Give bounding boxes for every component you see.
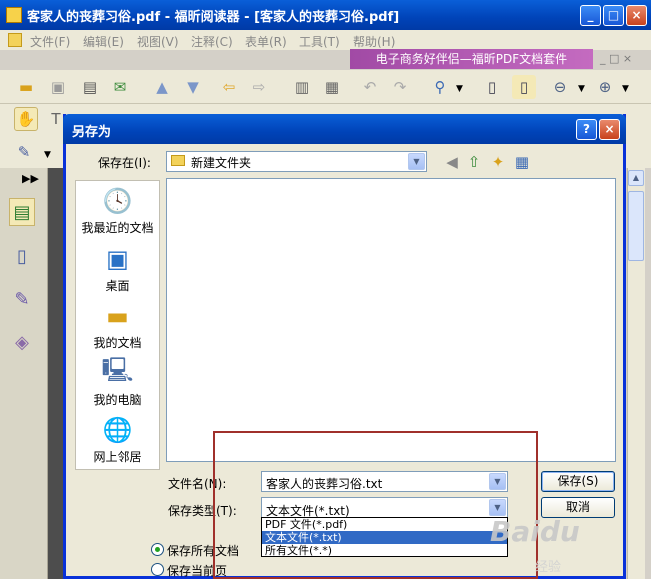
place-desktop[interactable]: ▣ 桌面 (75, 243, 160, 294)
desktop-icon: ▣ (106, 245, 129, 273)
maximize-button[interactable]: □ (603, 5, 624, 26)
file-list[interactable] (166, 178, 616, 462)
radio-save-current[interactable] (151, 563, 164, 576)
open-folder-icon[interactable]: ▬ (14, 75, 38, 99)
place-network[interactable]: 🌐 网上邻居 (75, 414, 160, 465)
watermark-caption: 经验 (535, 560, 562, 575)
promo-banner[interactable]: 电子商务好伴侣—福昕PDF文档套件 (350, 49, 593, 69)
save-in-value: 新建文件夹 (191, 156, 252, 170)
dialog-close-button[interactable]: × (599, 119, 620, 140)
zoom-in-dropdown-icon[interactable]: ▼ (622, 84, 629, 94)
menu-edit[interactable]: 编辑(E) (83, 33, 124, 50)
baidu-watermark-logo: Baidu (490, 515, 580, 548)
up-folder-icon[interactable]: ⇧ (462, 150, 486, 174)
minimize-button[interactable]: _ (580, 5, 601, 26)
network-places-icon: 🌐 (102, 416, 133, 444)
menu-form[interactable]: 表单(R) (245, 33, 287, 50)
email-icon[interactable]: ✉ (108, 75, 132, 99)
print-icon[interactable]: ▤ (78, 75, 102, 99)
highlight-frame (213, 431, 538, 579)
mdi-window-controls[interactable]: _ □ × (600, 52, 632, 65)
zoom-out-icon[interactable]: ⊖ (548, 75, 572, 99)
place-recent[interactable]: 🕓 我最近的文档 (75, 185, 160, 236)
place-my-computer-label: 我的电脑 (93, 393, 142, 407)
side-panel (0, 168, 48, 579)
scroll-up-icon[interactable]: ▲ (628, 170, 644, 186)
close-window-button[interactable]: × (626, 5, 647, 26)
extract-page-icon[interactable]: ▥ (290, 75, 314, 99)
save-in-dropdown-icon[interactable]: ▼ (408, 153, 425, 170)
insert-page-icon[interactable]: ▦ (320, 75, 344, 99)
place-my-documents-label: 我的文档 (93, 336, 142, 350)
layers-icon[interactable]: ◈ (9, 328, 35, 356)
foxit-app-icon (6, 7, 22, 23)
dialog-help-button[interactable]: ? (576, 119, 597, 140)
zoom-magnifier-icon[interactable]: ⚲ (428, 75, 452, 99)
new-folder-icon[interactable]: ✦ (486, 150, 510, 174)
view-menu-icon[interactable]: ▦ (510, 150, 534, 174)
forward-arrow-icon[interactable]: ⇨ (247, 75, 271, 99)
redo-icon[interactable]: ↷ (388, 75, 412, 99)
annotation-pen-icon[interactable]: ✎ (12, 140, 36, 164)
zoom-dropdown-icon[interactable]: ▼ (456, 84, 463, 94)
undo-icon[interactable]: ↶ (358, 75, 382, 99)
menu-view[interactable]: 视图(V) (137, 33, 179, 50)
folder-icon (171, 155, 185, 166)
pages-icon[interactable]: ▯ (9, 242, 35, 270)
dialog-titlebar (63, 114, 626, 144)
place-my-documents[interactable]: ▬ 我的文档 (75, 300, 160, 351)
back-arrow-icon[interactable]: ⇦ (217, 75, 241, 99)
radio-save-all[interactable] (151, 543, 164, 556)
my-computer-icon: 🖳 (101, 355, 134, 384)
save-button[interactable]: 保存(S) (541, 471, 615, 492)
annotation-dropdown-icon[interactable]: ▼ (44, 150, 51, 160)
place-my-computer[interactable]: 🖳 我的电脑 (75, 355, 160, 408)
back-nav-icon[interactable]: ◀ (440, 150, 464, 174)
doc-icon (8, 33, 22, 47)
radio-selected-dot (155, 547, 160, 552)
zoom-in-icon[interactable]: ⊕ (593, 75, 617, 99)
prev-page-up-icon[interactable]: ▲ (150, 75, 174, 99)
zoom-out-dropdown-icon[interactable]: ▼ (578, 84, 585, 94)
menu-file[interactable]: 文件(F) (30, 33, 70, 50)
my-documents-icon: ▬ (106, 302, 129, 330)
bookmarks-icon[interactable]: ▤ (9, 198, 35, 226)
app-title: 客家人的丧葬习俗.pdf - 福昕阅读器 - [客家人的丧葬习俗.pdf] (27, 10, 400, 25)
menu-help[interactable]: 帮助(H) (353, 33, 395, 50)
menu-comment[interactable]: 注释(C) (191, 33, 233, 50)
recent-docs-icon: 🕓 (102, 187, 133, 215)
save-disk-icon[interactable]: ▣ (46, 75, 70, 99)
place-desktop-label: 桌面 (105, 279, 130, 293)
place-recent-label: 我最近的文档 (81, 221, 154, 235)
dialog-title: 另存为 (72, 125, 112, 140)
scroll-thumb[interactable] (628, 191, 644, 261)
save-in-label: 保存在(I): (98, 156, 151, 170)
collapse-panel-icon[interactable]: ▶▶ (22, 172, 39, 185)
fit-page-icon[interactable]: ▯ (512, 75, 536, 99)
single-page-icon[interactable]: ▯ (480, 75, 504, 99)
menu-tools[interactable]: 工具(T) (299, 33, 340, 50)
next-page-down-icon[interactable]: ▼ (181, 75, 205, 99)
annotations-panel-icon[interactable]: ✎ (9, 285, 35, 313)
hand-tool-icon[interactable]: ✋ (14, 107, 38, 131)
place-network-label: 网上邻居 (93, 450, 142, 464)
